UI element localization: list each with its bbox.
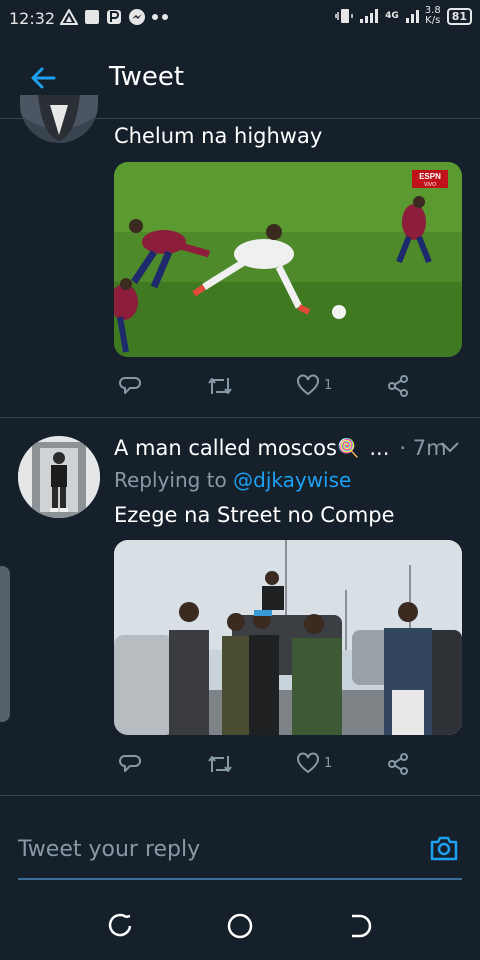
retweet-icon [208,756,232,772]
replying-to: Replying to @djkaywise [114,468,351,492]
tweet-author-row: A man called moscos 🍭 ... · 7m [114,436,447,460]
retweet-icon [208,378,232,394]
replying-to-label: Replying to [114,468,227,492]
reply-icon [119,755,141,772]
reply-placeholder: Tweet your reply [18,837,201,862]
like-button[interactable]: 1 [296,374,332,396]
tweet-media-image[interactable] [114,540,462,735]
battery-indicator: 81 [446,7,472,25]
notification-p-icon [107,10,121,24]
reply-icon [119,377,141,394]
more-notifications-icon [152,14,168,20]
notification-square-icon [85,10,99,24]
signal-2-icon [405,10,419,23]
like-count: 1 [324,377,333,393]
divider [0,417,480,418]
author-name-emoji: 🍭 [336,437,360,459]
home-icon[interactable] [226,912,254,940]
reply-button[interactable] [118,374,142,398]
tweet-media-image[interactable]: ESPN VIVO [114,162,462,357]
network-type: 4G [385,11,399,21]
camera-icon[interactable] [428,832,460,864]
edge-panel-handle[interactable] [0,566,10,722]
like-icon [297,374,319,396]
avatar[interactable] [20,95,98,143]
retweet-button[interactable] [206,374,234,398]
avatar[interactable] [18,436,100,518]
like-button[interactable]: 1 [296,752,332,774]
retweet-button[interactable] [206,752,234,776]
tweet-actions: 1 [114,374,414,404]
recents-icon[interactable] [106,912,134,940]
replying-to-handle[interactable]: @djkaywise [233,468,351,492]
share-icon [388,753,408,775]
reply-input[interactable]: Tweet your reply [18,832,462,880]
chevron-down-icon[interactable] [440,440,460,454]
author-name[interactable]: A man called moscos [114,436,337,460]
vibrate-icon [335,9,353,23]
tweet-actions: 1 [114,752,414,782]
divider [0,795,480,796]
system-navigation-bar [0,890,480,960]
like-count: 1 [324,755,333,771]
media-badge-sub: VIVO [424,182,436,188]
tweet-text: Ezege na Street no Compe [114,503,395,527]
share-button[interactable] [386,752,410,776]
signal-icon [360,9,379,23]
back-arrow-icon[interactable] [28,63,58,93]
share-icon [388,375,408,397]
messenger-icon [129,9,145,25]
name-ellipsis: ... [369,436,390,460]
share-button[interactable] [386,374,410,398]
tweet-text: Chelum na highway [114,124,323,148]
reply-button[interactable] [118,752,142,776]
back-icon[interactable] [346,912,374,940]
status-bar: 12:32 4G 3.8 K/s 81 [0,0,480,38]
media-badge: ESPN [419,172,441,181]
status-time: 12:32 [9,9,56,28]
page-title: Tweet [109,62,185,92]
like-icon [297,752,319,774]
notification-triangle-icon [60,9,78,25]
network-speed: 3.8 K/s [424,5,441,26]
